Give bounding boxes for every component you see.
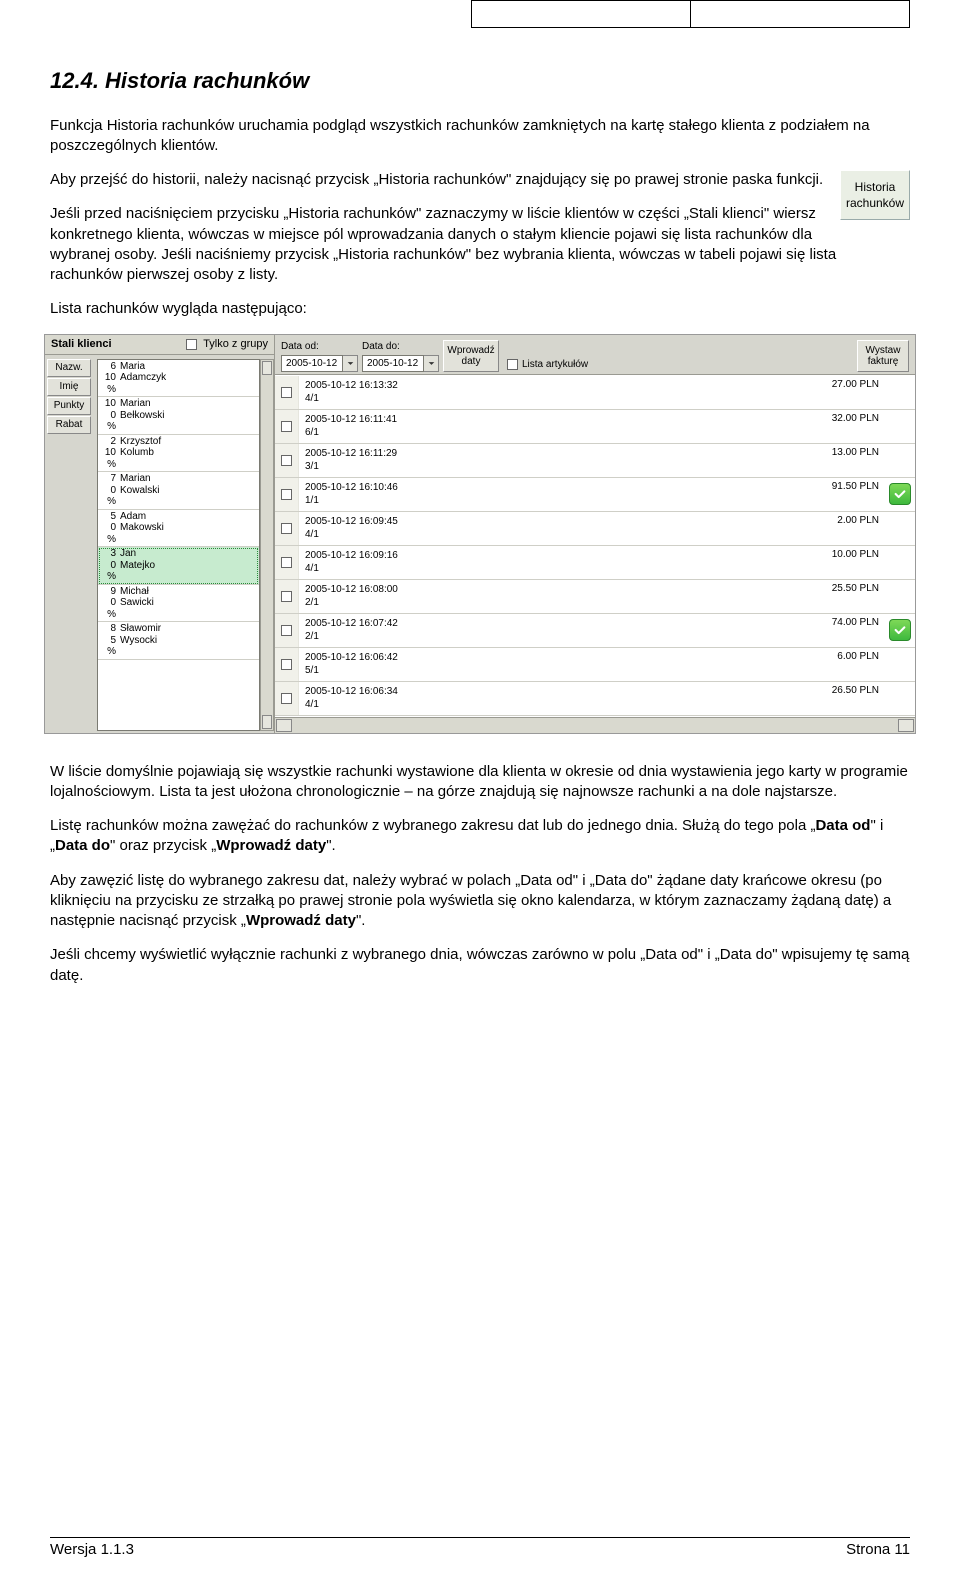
client-row[interactable]: 3Jan0 %Matejko [98,547,259,585]
client-row[interactable]: 10Marian0 %Bełkowski [98,397,259,435]
row-checkbox[interactable] [281,693,292,704]
row-checkbox[interactable] [281,625,292,636]
date-to-dropdown-icon[interactable] [424,355,439,372]
date-to-label: Data do: [362,340,439,354]
filter-bar: Data od: 2005-10-12 Data do: 2005-10-12 … [275,335,915,375]
row-checkbox[interactable] [281,489,292,500]
date-from-dropdown-icon[interactable] [343,355,358,372]
clients-panel-title: Stali klienci [51,337,112,352]
apply-dates-button[interactable]: Wprowadź daty [443,340,499,372]
clients-list[interactable]: 6Maria10 %Adamczyk10Marian0 %Bełkowski2K… [97,359,260,731]
date-to-input[interactable]: 2005-10-12 [362,355,424,372]
receipt-row[interactable]: 2005-10-12 16:09:454/12.00 PLN [275,512,915,546]
top-empty-boxes [50,0,910,36]
row-checkbox[interactable] [281,455,292,466]
page-footer: Wersja 1.1.3 Strona 11 [50,1537,910,1560]
receipts-hscrollbar[interactable] [275,717,915,733]
row-checkbox[interactable] [281,557,292,568]
client-row[interactable]: 7Marian0 %Kowalski [98,472,259,510]
sort-tab[interactable]: Rabat [47,416,91,434]
history-button-illustration: Historia rachunków [840,170,910,220]
receipt-row[interactable]: 2005-10-12 16:10:461/191.50 PLN [275,478,915,512]
receipt-row[interactable]: 2005-10-12 16:06:344/126.50 PLN [275,682,915,716]
client-row[interactable]: 6Maria10 %Adamczyk [98,360,259,398]
footer-page: Strona 11 [846,1540,910,1560]
receipt-row[interactable]: 2005-10-12 16:13:324/127.00 PLN [275,376,915,410]
paragraph: Aby zawęzić listę do wybranego zakresu d… [50,871,910,932]
paragraph: Aby przejść do historii, należy nacisnąć… [50,170,910,190]
client-row[interactable]: 9Michał0 %Sawicki [98,585,259,623]
row-checkbox[interactable] [281,591,292,602]
receipt-row[interactable]: 2005-10-12 16:09:164/110.00 PLN [275,546,915,580]
sort-tab[interactable]: Nazw. [47,359,91,377]
row-checkbox[interactable] [281,421,292,432]
ok-icon [889,619,911,641]
receipt-row[interactable]: 2005-10-12 16:08:002/125.50 PLN [275,580,915,614]
paragraph: Jeśli chcemy wyświetlić wyłącznie rachun… [50,945,910,986]
receipt-row[interactable]: 2005-10-12 16:07:422/174.00 PLN [275,614,915,648]
paragraph: Lista rachunków wygląda następująco: [50,299,910,319]
paragraph: Jeśli przed naciśnięciem przycisku „Hist… [50,204,910,285]
issue-invoice-button[interactable]: Wystaw fakturę [857,340,909,372]
row-checkbox[interactable] [281,387,292,398]
list-articles-label: Lista artykułów [522,358,588,372]
date-from-input[interactable]: 2005-10-12 [281,355,343,372]
only-group-checkbox[interactable] [186,339,197,350]
client-row[interactable]: 5Adam0 %Makowski [98,510,259,548]
row-checkbox[interactable] [281,523,292,534]
receipt-row[interactable]: 2005-10-12 16:06:425/16.00 PLN [275,648,915,682]
sort-tab[interactable]: Punkty [47,397,91,415]
paragraph: Funkcja Historia rachunków uruchamia pod… [50,116,910,157]
ok-icon [889,483,911,505]
date-from-label: Data od: [281,340,358,354]
client-row[interactable]: 8Sławomir5 %Wysocki [98,622,259,660]
row-checkbox[interactable] [281,659,292,670]
client-row[interactable]: 2Krzysztof10 %Kolumb [98,435,259,473]
list-articles-checkbox[interactable] [507,359,518,370]
section-heading: 12.4. Historia rachunków [50,66,910,96]
sort-tab[interactable]: Imię [47,378,91,396]
paragraph: W liście domyślnie pojawiają się wszystk… [50,762,910,803]
clients-scrollbar[interactable] [260,359,274,731]
receipt-row[interactable]: 2005-10-12 16:11:416/132.00 PLN [275,410,915,444]
clients-panel: Stali klienci Tylko z grupy Nazw.ImięPun… [45,335,275,733]
app-screenshot: Stali klienci Tylko z grupy Nazw.ImięPun… [44,334,916,734]
paragraph: Listę rachunków można zawężać do rachunk… [50,816,910,857]
receipts-list[interactable]: 2005-10-12 16:13:324/127.00 PLN2005-10-1… [275,375,915,717]
receipts-panel: Data od: 2005-10-12 Data do: 2005-10-12 … [275,335,915,733]
receipt-row[interactable]: 2005-10-12 16:11:293/113.00 PLN [275,444,915,478]
only-group-label: Tylko z grupy [203,337,268,352]
footer-version: Wersja 1.1.3 [50,1540,134,1560]
